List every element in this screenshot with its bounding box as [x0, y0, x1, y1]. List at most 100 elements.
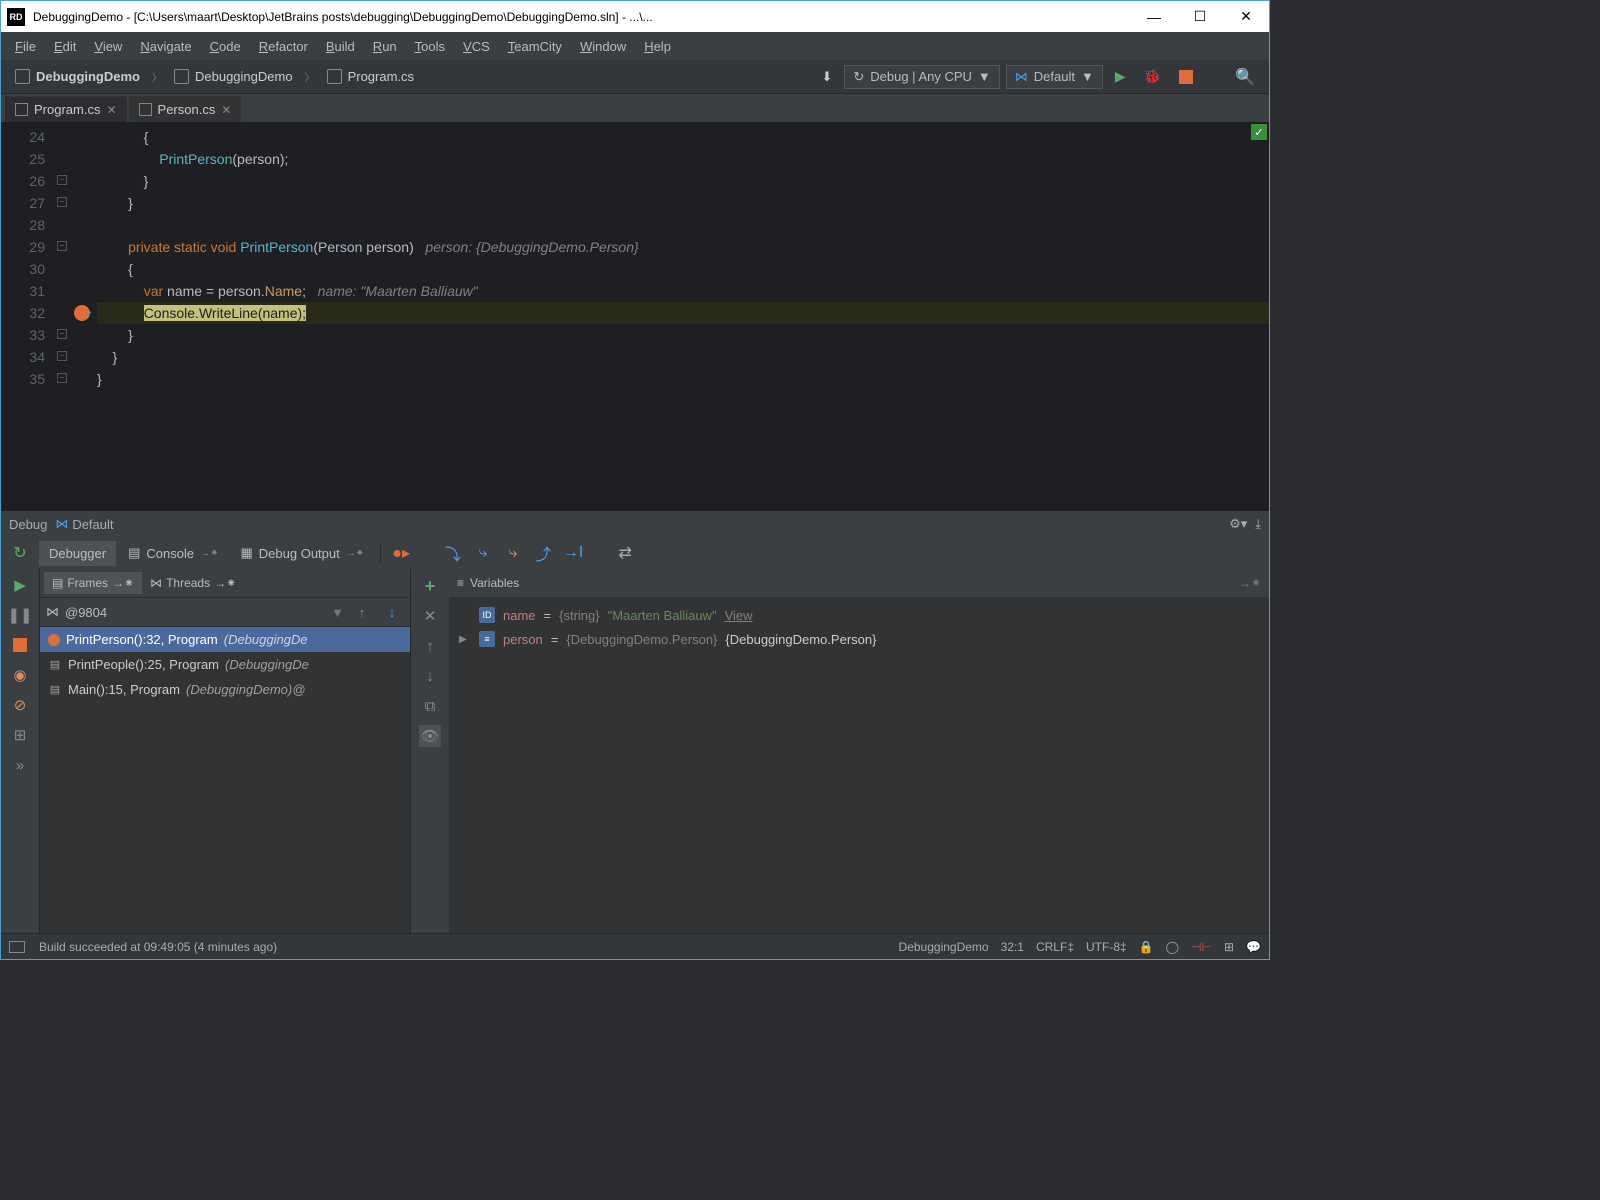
- fold-icon[interactable]: −: [57, 329, 67, 339]
- show-watches-button[interactable]: 👁: [419, 725, 441, 747]
- code-line[interactable]: }: [97, 368, 1269, 390]
- stop-button[interactable]: [1173, 68, 1199, 86]
- gutter[interactable]: 242526−27−2829−303132✓33−34−35−: [1, 122, 97, 510]
- line-number[interactable]: 28: [1, 214, 97, 236]
- fold-icon[interactable]: −: [57, 373, 67, 383]
- thread-selector[interactable]: ⋈@9804 ▼ ↑ ↓: [40, 597, 410, 627]
- code-line[interactable]: PrintPerson(person);: [97, 148, 1269, 170]
- line-number[interactable]: 35−: [1, 368, 97, 390]
- minimize-button[interactable]: —: [1131, 2, 1177, 32]
- breadcrumb-project[interactable]: DebuggingDemo: [168, 66, 299, 87]
- debug-button[interactable]: 🐞: [1138, 66, 1167, 87]
- menu-help[interactable]: Help: [636, 36, 679, 57]
- close-tab-icon[interactable]: ✕: [221, 103, 231, 117]
- close-button[interactable]: ✕: [1223, 2, 1269, 32]
- status-project[interactable]: DebuggingDemo: [899, 940, 989, 954]
- breadcrumb-file[interactable]: Program.cs: [321, 66, 420, 87]
- more-button[interactable]: »: [10, 755, 30, 775]
- line-number[interactable]: 29−: [1, 236, 97, 258]
- breadcrumb-solution[interactable]: DebuggingDemo: [9, 66, 146, 87]
- resume-button[interactable]: ▶: [10, 575, 30, 595]
- line-number[interactable]: 27−: [1, 192, 97, 214]
- variable-row[interactable]: IDname={string} "Maarten Balliauw" View: [453, 603, 1265, 627]
- lock-icon[interactable]: 🔒: [1139, 940, 1154, 954]
- git-icon[interactable]: ⊣⊢: [1191, 940, 1212, 954]
- move-down-button[interactable]: ↓: [419, 665, 441, 687]
- status-line-sep[interactable]: CRLF‡: [1036, 940, 1074, 954]
- build-button[interactable]: ⬇: [815, 67, 838, 87]
- force-step-into-button[interactable]: ⤷: [499, 539, 527, 567]
- stack-frame[interactable]: PrintPerson():32, Program (DebuggingDe: [40, 627, 410, 652]
- editor-tab[interactable]: Program.cs✕: [5, 96, 127, 122]
- layout-button[interactable]: ⊞: [10, 725, 30, 745]
- stack-frame[interactable]: ▤PrintPeople():25, Program (DebuggingDe: [40, 652, 410, 677]
- line-number[interactable]: 33−: [1, 324, 97, 346]
- fold-icon[interactable]: −: [57, 197, 67, 207]
- variable-row[interactable]: ▶≡person={DebuggingDemo.Person} {Debuggi…: [453, 627, 1265, 651]
- line-number[interactable]: 34−: [1, 346, 97, 368]
- status-caret-pos[interactable]: 32:1: [1001, 940, 1024, 954]
- status-encoding[interactable]: UTF-8‡: [1086, 940, 1127, 954]
- evaluate-button[interactable]: ⇄: [611, 539, 639, 567]
- code-line[interactable]: }: [97, 170, 1269, 192]
- menu-vcs[interactable]: VCS: [455, 36, 498, 57]
- rerun-button[interactable]: ↻: [3, 538, 37, 568]
- prev-frame-button[interactable]: ↑: [350, 605, 374, 620]
- code-line[interactable]: {: [97, 126, 1269, 148]
- menu-build[interactable]: Build: [318, 36, 363, 57]
- pin-icon[interactable]: →⁕: [1239, 576, 1261, 590]
- code-line[interactable]: var name = person.Name; name: "Maarten B…: [97, 280, 1269, 302]
- line-number[interactable]: 25: [1, 148, 97, 170]
- editor-tab[interactable]: Person.cs✕: [129, 96, 242, 122]
- run-config-dropdown[interactable]: ↻Debug | Any CPU▼: [844, 65, 999, 89]
- stop-debug-button[interactable]: [10, 635, 30, 655]
- code-line[interactable]: }: [97, 324, 1269, 346]
- step-into-button[interactable]: ⤷: [469, 539, 497, 567]
- code-line[interactable]: }: [97, 192, 1269, 214]
- code-line[interactable]: Console.WriteLine(name);: [97, 302, 1269, 324]
- pause-button[interactable]: ❚❚: [10, 605, 30, 625]
- inspect-icon[interactable]: ◯: [1166, 940, 1179, 954]
- add-watch-button[interactable]: +: [419, 575, 441, 597]
- settings-icon[interactable]: ⚙▾: [1229, 516, 1247, 532]
- code-line[interactable]: {: [97, 258, 1269, 280]
- mute-breakpoints-button[interactable]: ⊘: [10, 695, 30, 715]
- code-editor[interactable]: 242526−27−2829−303132✓33−34−35− ✓ { Prin…: [1, 122, 1269, 510]
- search-button[interactable]: 🔍: [1229, 65, 1261, 89]
- line-number[interactable]: 26−: [1, 170, 97, 192]
- run-button[interactable]: ▶: [1109, 66, 1132, 87]
- close-tab-icon[interactable]: ✕: [106, 103, 116, 117]
- fold-icon[interactable]: −: [57, 241, 67, 251]
- inspection-ok-icon[interactable]: ✓: [1251, 124, 1267, 140]
- menu-tools[interactable]: Tools: [407, 36, 453, 57]
- menu-teamcity[interactable]: TeamCity: [500, 36, 570, 57]
- console-tab[interactable]: ▤Console→⁕: [118, 540, 228, 566]
- move-up-button[interactable]: ↑: [419, 635, 441, 657]
- menu-navigate[interactable]: Navigate: [132, 36, 199, 57]
- line-number[interactable]: 32✓: [1, 302, 97, 324]
- step-over-button[interactable]: ⤵: [439, 539, 467, 567]
- line-number[interactable]: 24: [1, 126, 97, 148]
- debug-output-tab[interactable]: ▦Debug Output→⁕: [231, 540, 375, 566]
- next-frame-button[interactable]: ↓: [380, 605, 404, 620]
- expand-icon[interactable]: ▶: [459, 634, 471, 645]
- fold-icon[interactable]: −: [57, 351, 67, 361]
- hide-icon[interactable]: ⤓: [1255, 516, 1261, 532]
- line-number[interactable]: 31: [1, 280, 97, 302]
- show-execution-point-button[interactable]: ●▸: [387, 539, 415, 567]
- code-line[interactable]: private static void PrintPerson(Person p…: [97, 236, 1269, 258]
- fold-icon[interactable]: −: [57, 175, 67, 185]
- frames-tab[interactable]: ▤Frames→⁕: [44, 572, 142, 594]
- copy-button[interactable]: ⧉: [419, 695, 441, 717]
- line-number[interactable]: 30: [1, 258, 97, 280]
- menu-edit[interactable]: Edit: [46, 36, 84, 57]
- step-out-button[interactable]: ⤴: [529, 539, 557, 567]
- menu-file[interactable]: File: [7, 36, 44, 57]
- stack-frame[interactable]: ▤Main():15, Program (DebuggingDemo)@: [40, 677, 410, 702]
- run-to-cursor-button[interactable]: →I: [559, 539, 587, 567]
- code-line[interactable]: }: [97, 346, 1269, 368]
- view-breakpoints-button[interactable]: ◉: [10, 665, 30, 685]
- maximize-button[interactable]: ☐: [1177, 2, 1223, 32]
- tool-window-icon[interactable]: [9, 941, 25, 953]
- memory-icon[interactable]: ⊞: [1224, 940, 1234, 954]
